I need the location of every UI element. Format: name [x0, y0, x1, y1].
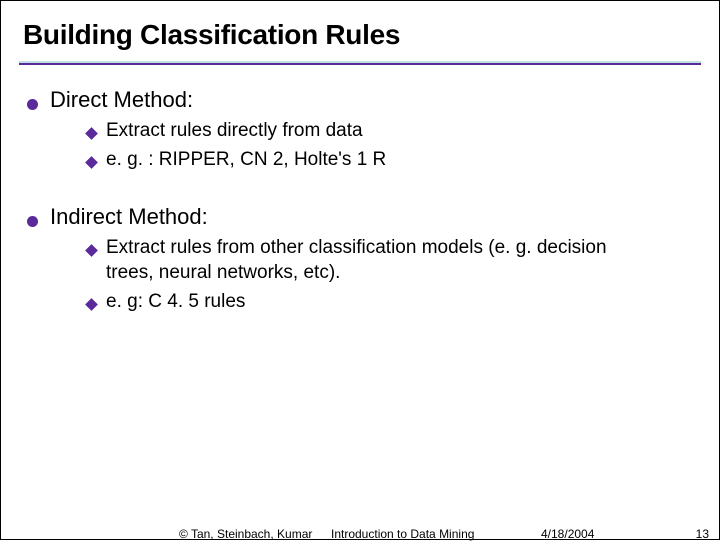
slide-title: Building Classification Rules — [23, 19, 697, 51]
bullet-text: Extract rules from other classification … — [106, 236, 646, 285]
bullet-level1: Indirect Method: — [27, 204, 697, 230]
slide-body: Direct Method: Extract rules directly fr… — [23, 87, 697, 314]
slide: Building Classification Rules Direct Met… — [0, 0, 720, 540]
bullet-text: Extract rules directly from data — [106, 119, 646, 144]
circle-bullet-icon — [27, 99, 38, 110]
bullet-text: e. g. : RIPPER, CN 2, Holte's 1 R — [106, 148, 646, 173]
diamond-bullet-icon — [85, 245, 98, 258]
bullet-level2: e. g: C 4. 5 rules — [87, 290, 697, 315]
spacer — [27, 176, 697, 204]
footer-course: Introduction to Data Mining — [331, 527, 474, 541]
diamond-bullet-icon — [85, 298, 98, 311]
bullet-level2: Extract rules from other classification … — [87, 236, 697, 285]
footer-date: 4/18/2004 — [541, 527, 594, 541]
diamond-bullet-icon — [85, 156, 98, 169]
section-heading: Indirect Method: — [50, 204, 208, 230]
diamond-bullet-icon — [85, 127, 98, 140]
bullet-level1: Direct Method: — [27, 87, 697, 113]
circle-bullet-icon — [27, 216, 38, 227]
footer-page-number: 13 — [696, 527, 709, 541]
footer-copyright: © Tan, Steinbach, Kumar — [179, 527, 312, 541]
section-heading: Direct Method: — [50, 87, 193, 113]
bullet-level2: e. g. : RIPPER, CN 2, Holte's 1 R — [87, 148, 697, 173]
title-divider — [19, 61, 701, 65]
bullet-text: e. g: C 4. 5 rules — [106, 290, 646, 315]
bullet-level2: Extract rules directly from data — [87, 119, 697, 144]
